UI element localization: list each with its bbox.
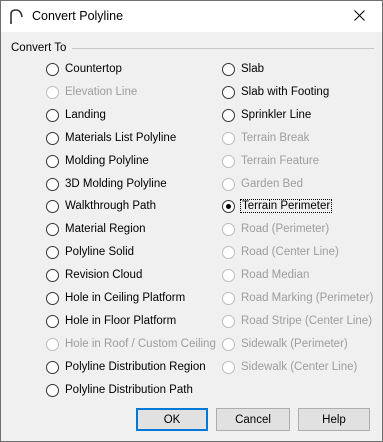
- radio-option-label: Road (Perimeter): [241, 223, 330, 235]
- radio-unchecked-icon[interactable]: [46, 268, 59, 282]
- radio-option-label: Hole in Floor Platform: [65, 315, 177, 327]
- radio-unchecked-icon: [222, 177, 235, 191]
- radio-option-label: Walkthrough Path: [65, 200, 156, 212]
- radio-option-label: Garden Bed: [241, 178, 304, 190]
- radio-option-label: Road (Center Line): [241, 246, 339, 258]
- radio-unchecked-icon[interactable]: [46, 314, 59, 328]
- radio-option-label: Polyline Distribution Path: [65, 384, 193, 396]
- radio-unchecked-icon: [222, 245, 235, 259]
- radio-option: Terrain Feature: [222, 152, 319, 170]
- window-title: Convert Polyline: [32, 9, 124, 23]
- radio-option[interactable]: Sprinkler Line: [222, 106, 311, 124]
- radio-unchecked-icon: [222, 360, 235, 374]
- radio-option: Sidewalk (Center Line): [222, 358, 357, 376]
- radio-option-label: Countertop: [65, 63, 122, 75]
- radio-unchecked-icon: [222, 337, 235, 351]
- radio-unchecked-icon: [222, 222, 235, 236]
- radio-option-label: Slab: [241, 63, 265, 75]
- radio-option-label: Landing: [65, 109, 106, 121]
- radio-option[interactable]: Hole in Floor Platform: [46, 312, 176, 330]
- radio-option-label: Material Region: [65, 223, 146, 235]
- title-bar: Convert Polyline: [1, 1, 382, 32]
- radio-unchecked-icon[interactable]: [46, 245, 59, 259]
- radio-option-label: Road Stripe (Center Line): [241, 315, 373, 327]
- radio-unchecked-icon[interactable]: [46, 383, 59, 397]
- radio-option-label: Road Median: [241, 269, 310, 281]
- radio-option-label: Road Marking (Perimeter): [241, 292, 374, 304]
- radio-unchecked-icon[interactable]: [46, 154, 59, 168]
- radio-unchecked-icon: [222, 154, 235, 168]
- radio-unchecked-icon[interactable]: [46, 291, 59, 305]
- radio-option-label: Sprinkler Line: [241, 109, 312, 121]
- radio-unchecked-icon[interactable]: [222, 108, 235, 122]
- radio-option[interactable]: Materials List Polyline: [46, 129, 176, 147]
- radio-unchecked-icon[interactable]: [46, 360, 59, 374]
- radio-option[interactable]: Molding Polyline: [46, 152, 149, 170]
- radio-option[interactable]: Slab: [222, 60, 264, 78]
- radio-option-label: Elevation Line: [65, 86, 138, 98]
- radio-unchecked-icon[interactable]: [222, 62, 235, 76]
- radio-option: Road Median: [222, 266, 309, 284]
- radio-unchecked-icon: [222, 131, 235, 145]
- radio-option-label: Polyline Distribution Region: [65, 361, 206, 373]
- close-icon: [353, 9, 365, 24]
- radio-option: Sidewalk (Perimeter): [222, 335, 348, 353]
- radio-option[interactable]: Landing: [46, 106, 106, 124]
- radio-option[interactable]: Material Region: [46, 220, 146, 238]
- radio-checked-icon[interactable]: [222, 199, 235, 213]
- radio-option-label: Sidewalk (Perimeter): [241, 338, 348, 350]
- radio-unchecked-icon[interactable]: [46, 62, 59, 76]
- radio-option-label: 3D Molding Polyline: [65, 178, 167, 190]
- radio-option[interactable]: Slab with Footing: [222, 83, 329, 101]
- radio-option: Road Marking (Perimeter): [222, 289, 373, 307]
- polyline-app-icon: [9, 8, 25, 24]
- radio-option[interactable]: Polyline Distribution Region: [46, 358, 206, 376]
- help-button[interactable]: Help: [298, 408, 370, 431]
- group-label: Convert To: [11, 42, 67, 54]
- radio-option[interactable]: Polyline Solid: [46, 243, 134, 261]
- radio-option-label: Molding Polyline: [65, 155, 149, 167]
- radio-option: Road (Perimeter): [222, 220, 329, 238]
- radio-option[interactable]: Countertop: [46, 60, 122, 78]
- radio-option[interactable]: Terrain Perimeter: [222, 197, 333, 215]
- radio-unchecked-icon: [222, 268, 235, 282]
- radio-option: Road Stripe (Center Line): [222, 312, 372, 330]
- radio-option-label: Terrain Perimeter: [239, 199, 333, 213]
- radio-option: Road (Center Line): [222, 243, 339, 261]
- radio-option-label: Polyline Solid: [65, 246, 135, 258]
- radio-option: Hole in Roof / Custom Ceiling: [46, 335, 216, 353]
- radio-unchecked-icon: [222, 314, 235, 328]
- radio-option-label: Revision Cloud: [65, 269, 143, 281]
- radio-option: Terrain Break: [222, 129, 309, 147]
- radio-unchecked-icon[interactable]: [46, 131, 59, 145]
- group-divider: [72, 48, 374, 49]
- radio-unchecked-icon: [222, 291, 235, 305]
- radio-option[interactable]: Hole in Ceiling Platform: [46, 289, 185, 307]
- radio-unchecked-icon[interactable]: [46, 222, 59, 236]
- radio-option[interactable]: Polyline Distribution Path: [46, 381, 193, 399]
- radio-option[interactable]: Revision Cloud: [46, 266, 142, 284]
- radio-option: Elevation Line: [46, 83, 137, 101]
- radio-option-label: Materials List Polyline: [65, 132, 177, 144]
- radio-unchecked-icon: [46, 337, 59, 351]
- radio-option-label: Sidewalk (Center Line): [241, 361, 358, 373]
- radio-option-label: Hole in Roof / Custom Ceiling: [65, 338, 216, 350]
- radio-unchecked-icon: [46, 85, 59, 99]
- radio-unchecked-icon[interactable]: [222, 85, 235, 99]
- radio-option-label: Slab with Footing: [241, 86, 330, 98]
- cancel-button[interactable]: Cancel: [216, 408, 290, 431]
- radio-option-label: Terrain Feature: [241, 155, 319, 167]
- radio-option: Garden Bed: [222, 175, 303, 193]
- close-button[interactable]: [336, 1, 382, 32]
- radio-unchecked-icon[interactable]: [46, 177, 59, 191]
- convert-polyline-dialog: Convert Polyline Convert To Countertop El…: [0, 0, 383, 442]
- radio-option-label: Terrain Break: [241, 132, 310, 144]
- radio-unchecked-icon[interactable]: [46, 108, 59, 122]
- radio-option[interactable]: 3D Molding Polyline: [46, 175, 167, 193]
- ok-button[interactable]: OK: [136, 408, 208, 431]
- radio-option-label: Hole in Ceiling Platform: [65, 292, 186, 304]
- radio-unchecked-icon[interactable]: [46, 199, 59, 213]
- radio-option[interactable]: Walkthrough Path: [46, 197, 156, 215]
